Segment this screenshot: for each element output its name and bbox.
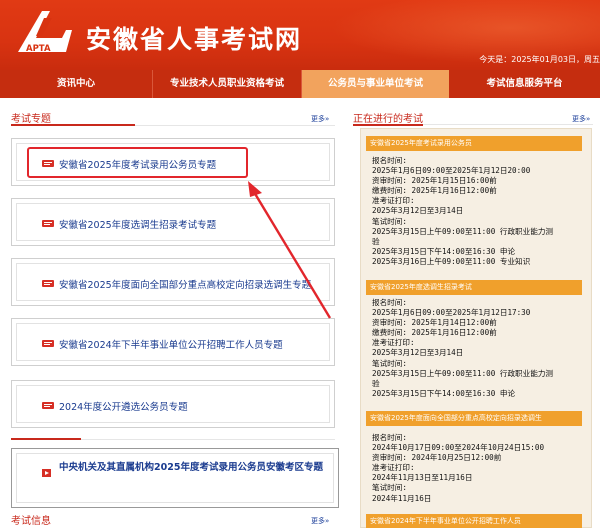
exam-schedule-line: 2025年3月12日至3月14日 (372, 206, 464, 216)
more-link-topics[interactable]: 更多» (311, 114, 329, 124)
exam-schedule-line: 资审时间: 2025年1月14日12:00前 (372, 318, 497, 328)
exam-header-public-institutions[interactable]: 安徽省2024年下半年事业单位公开招聘工作人员 (366, 514, 582, 528)
exam-schedule-line: 报名时间: (372, 156, 407, 165)
exam-schedule-line: 2025年3月16日上午09:00至11:00 专业知识 (372, 256, 531, 266)
exam-schedule-line: 资审时间: 2025年1月15日16:00前 (372, 176, 497, 186)
exam-schedule-line: 2025年3月15日上午09:00至11:00 行政职业能力测 (372, 368, 554, 378)
site-header: APTA 安徽省人事考试网 今天是：2025年01月03日，周五 (0, 0, 600, 70)
exam-schedule-line: 准考证打印: (372, 463, 415, 473)
exam-header-selected-graduates[interactable]: 安徽省2025年度选调生招录考试 (366, 280, 582, 295)
exam-schedule-line: 准考证打印: (372, 338, 415, 348)
topic-card-2024-public-institutions[interactable]: 安徽省2024年下半年事业单位公开招聘工作人员专题 (11, 318, 335, 366)
topic-label[interactable]: 中央机关及其直属机构2025年度考试录用公务员安徽考区专题 (59, 461, 329, 474)
section-underline (11, 438, 81, 440)
exam-schedule-line: 2025年3月15日上午09:00至11:00 行政职业能力测 (372, 226, 554, 236)
tag-icon (42, 220, 54, 227)
exam-schedule-line: 2025年3月12日至3月14日 (372, 348, 464, 358)
section-underline (11, 124, 135, 126)
exam-schedule-selected-graduates: 报名时间: 2025年1月6日09:00至2025年1月12日17:30 资审时间:… (372, 298, 588, 399)
exam-schedule-key-universities: 报名时间: 2024年10月17日09:00至2024年10月24日15:00 资审… (372, 433, 588, 504)
play-icon (42, 469, 51, 477)
topic-label[interactable]: 安徽省2025年度面向全国部分重点高校定向招录选调生专题 (59, 277, 311, 291)
exam-schedule-line: 2024年10月17日09:00至2024年10月24日15:00 (372, 443, 545, 453)
topic-card-2025-key-universities[interactable]: 安徽省2025年度面向全国部分重点高校定向招录选调生专题 (11, 258, 335, 306)
more-label: 更多 (311, 517, 325, 525)
exam-header-key-universities[interactable]: 安徽省2025年度面向全国部分重点高校定向招录选调生 (366, 411, 582, 426)
highlight-box (27, 147, 248, 178)
exam-schedule-line: 2024年11月16日 (372, 493, 432, 503)
exam-schedule-line: 2025年3月15日下午14:00至16:30 申论 (372, 388, 516, 398)
main-nav: 资讯中心 专业技术人员职业资格考试 公务员与事业单位考试 考试信息服务平台 (0, 70, 600, 98)
exam-schedule-line: 笔试时间: (372, 216, 407, 226)
tag-icon (42, 280, 54, 287)
section-title-exam-topics: 考试专题 (11, 114, 51, 125)
topic-card-central-agencies[interactable]: 中央机关及其直属机构2025年度考试录用公务员安徽考区专题 (11, 448, 339, 508)
exam-schedule-line: 2025年3月15日下午14:00至16:30 申论 (372, 246, 516, 256)
apta-logo-icon[interactable]: APTA (16, 8, 74, 56)
topic-label[interactable]: 安徽省2025年度选调生招录考试专题 (59, 217, 216, 231)
exam-schedule-line: 2024年11月13日至11月16日 (372, 473, 473, 483)
topic-card-2025-selected-graduates[interactable]: 安徽省2025年度选调生招录考试专题 (11, 198, 335, 246)
tag-icon (42, 402, 54, 409)
section-underline (353, 124, 423, 126)
topic-label[interactable]: 安徽省2024年下半年事业单位公开招聘工作人员专题 (59, 337, 283, 351)
exam-schedule-line: 报名时间: (372, 298, 407, 307)
more-label: 更多 (572, 115, 586, 123)
section-title-ongoing-exams: 正在进行的考试 (353, 114, 423, 125)
exam-schedule-line: 资审时间: 2024年10月25日12:00前 (372, 453, 502, 463)
exam-header-civil-servant[interactable]: 安徽省2025年度考试录用公务员 (366, 136, 582, 151)
exam-schedule-line: 2025年1月6日09:00至2025年1月12日17:30 (372, 308, 531, 318)
exam-schedule-line: 准考证打印: (372, 196, 415, 206)
tag-icon (42, 340, 54, 347)
double-chevron-icon: » (586, 115, 591, 123)
double-chevron-icon: » (325, 115, 330, 123)
date-display: 今天是：2025年01月03日，周五 (479, 55, 600, 64)
exam-schedule-line: 验 (372, 236, 380, 246)
more-link-ongoing[interactable]: 更多» (572, 114, 590, 124)
exam-schedule-line: 笔试时间: (372, 358, 407, 368)
exam-schedule-line: 缴费时间: 2025年1月16日12:00前 (372, 328, 497, 338)
site-title: 安徽省人事考试网 (86, 25, 303, 54)
exam-schedule-civil-servant: 报名时间: 2025年1月6日09:00至2025年1月12日20:00 资审时间:… (372, 156, 588, 267)
double-chevron-icon: » (325, 517, 330, 525)
nav-news-center[interactable]: 资讯中心 (0, 70, 153, 98)
exam-schedule-line: 笔试时间: (372, 483, 407, 493)
topic-card-2024-open-selection[interactable]: 2024年度公开遴选公务员专题 (11, 380, 335, 428)
more-label: 更多 (311, 115, 325, 123)
exam-schedule-line: 2025年1月6日09:00至2025年1月12日20:00 (372, 166, 531, 176)
nav-professional-qualification[interactable]: 专业技术人员职业资格考试 (153, 70, 302, 98)
more-link-info[interactable]: 更多» (311, 516, 329, 526)
topic-label[interactable]: 2024年度公开遴选公务员专题 (59, 399, 188, 413)
exam-schedule-line: 缴费时间: 2025年1月16日12:00前 (372, 186, 497, 196)
nav-exam-service-platform[interactable]: 考试信息服务平台 (449, 70, 600, 98)
nav-civil-servant-exams[interactable]: 公务员与事业单位考试 (302, 70, 449, 98)
exam-schedule-line: 验 (372, 378, 380, 388)
logo-text: APTA (26, 44, 51, 54)
section-title-exam-info: 考试信息 (11, 516, 51, 527)
exam-schedule-line: 报名时间: (372, 433, 407, 442)
